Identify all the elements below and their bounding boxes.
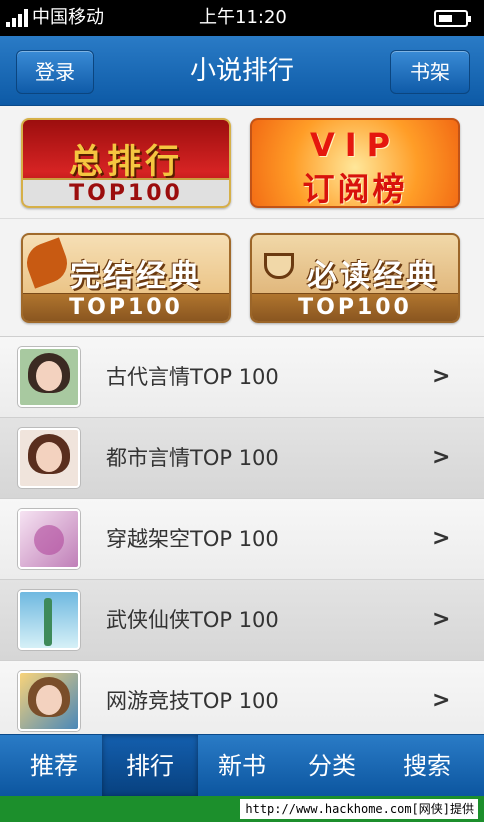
tab-search[interactable]: 搜索 [379, 735, 475, 797]
must-read-banner[interactable]: 必读经典 TOP100 [250, 233, 460, 323]
bookshelf-button[interactable]: 书架 [390, 50, 470, 94]
status-clock: 上午11:20 [199, 7, 287, 28]
banner-badge: TOP100 [23, 293, 229, 321]
chevron-right-icon: > [432, 526, 451, 551]
book-cover-thumbnail [18, 347, 80, 407]
list-item[interactable]: 古代言情TOP 100 > [0, 336, 484, 417]
book-cover-thumbnail [18, 590, 80, 650]
chevron-right-icon: > [432, 445, 451, 470]
chevron-right-icon: > [432, 688, 451, 713]
list-item-label: 都市言情TOP 100 [106, 446, 279, 470]
book-cover-thumbnail [18, 509, 80, 569]
watermark-strip: http://www.hackhome.com[网侠]提供 [0, 796, 484, 822]
watermark-text: http://www.hackhome.com[网侠]提供 [240, 799, 478, 819]
chevron-right-icon: > [432, 364, 451, 389]
tab-recommend[interactable]: 推荐 [6, 735, 102, 797]
list-item[interactable]: 网游竞技TOP 100 > [0, 660, 484, 734]
banner-divider [0, 218, 484, 219]
completed-classics-banner[interactable]: 完结经典 TOP100 [21, 233, 231, 323]
tab-ranking[interactable]: 排行 [102, 735, 198, 797]
ranking-banners: 总排行 TOP100 VIP 订阅榜 完结经典 TOP100 必读经典 TOP1… [0, 106, 484, 336]
list-item-label: 古代言情TOP 100 [106, 365, 279, 389]
list-item-label: 网游竞技TOP 100 [106, 689, 279, 713]
list-item[interactable]: 武侠仙侠TOP 100 > [0, 579, 484, 660]
bottom-tab-bar: 推荐 排行 新书 分类 搜索 [0, 734, 484, 797]
page-title: 小说排行 [189, 56, 294, 86]
battery-level [439, 15, 452, 22]
banner-title: 总排行 [69, 142, 183, 182]
banner-title: 必读经典 [307, 259, 439, 294]
banner-title: 完结经典 [70, 259, 202, 294]
banner-badge: TOP100 [23, 178, 229, 206]
chevron-right-icon: > [432, 607, 451, 632]
list-item[interactable]: 穿越架空TOP 100 > [0, 498, 484, 579]
overall-ranking-banner[interactable]: 总排行 TOP100 [21, 118, 231, 208]
signal-strength-icon [6, 9, 28, 27]
book-cover-thumbnail [18, 671, 80, 731]
banner-title-line2: 订阅榜 [302, 170, 408, 208]
category-list: 古代言情TOP 100 > 都市言情TOP 100 > 穿越架空TOP 100 … [0, 336, 484, 734]
list-item-label: 武侠仙侠TOP 100 [106, 608, 279, 632]
banner-title-line1: VIP [309, 126, 401, 164]
tab-new-books[interactable]: 新书 [194, 735, 290, 797]
battery-icon [434, 10, 471, 27]
vip-subscription-banner[interactable]: VIP 订阅榜 [250, 118, 460, 208]
list-item[interactable]: 都市言情TOP 100 > [0, 417, 484, 498]
banner-badge: TOP100 [252, 293, 458, 321]
status-bar: 中国移动 上午11:20 [0, 0, 484, 36]
app-header: 登录 小说排行 书架 [0, 36, 484, 106]
list-item-label: 穿越架空TOP 100 [106, 527, 279, 551]
tab-categories[interactable]: 分类 [284, 735, 380, 797]
book-cover-thumbnail [18, 428, 80, 488]
login-button[interactable]: 登录 [16, 50, 94, 94]
carrier-name: 中国移动 [32, 7, 104, 28]
